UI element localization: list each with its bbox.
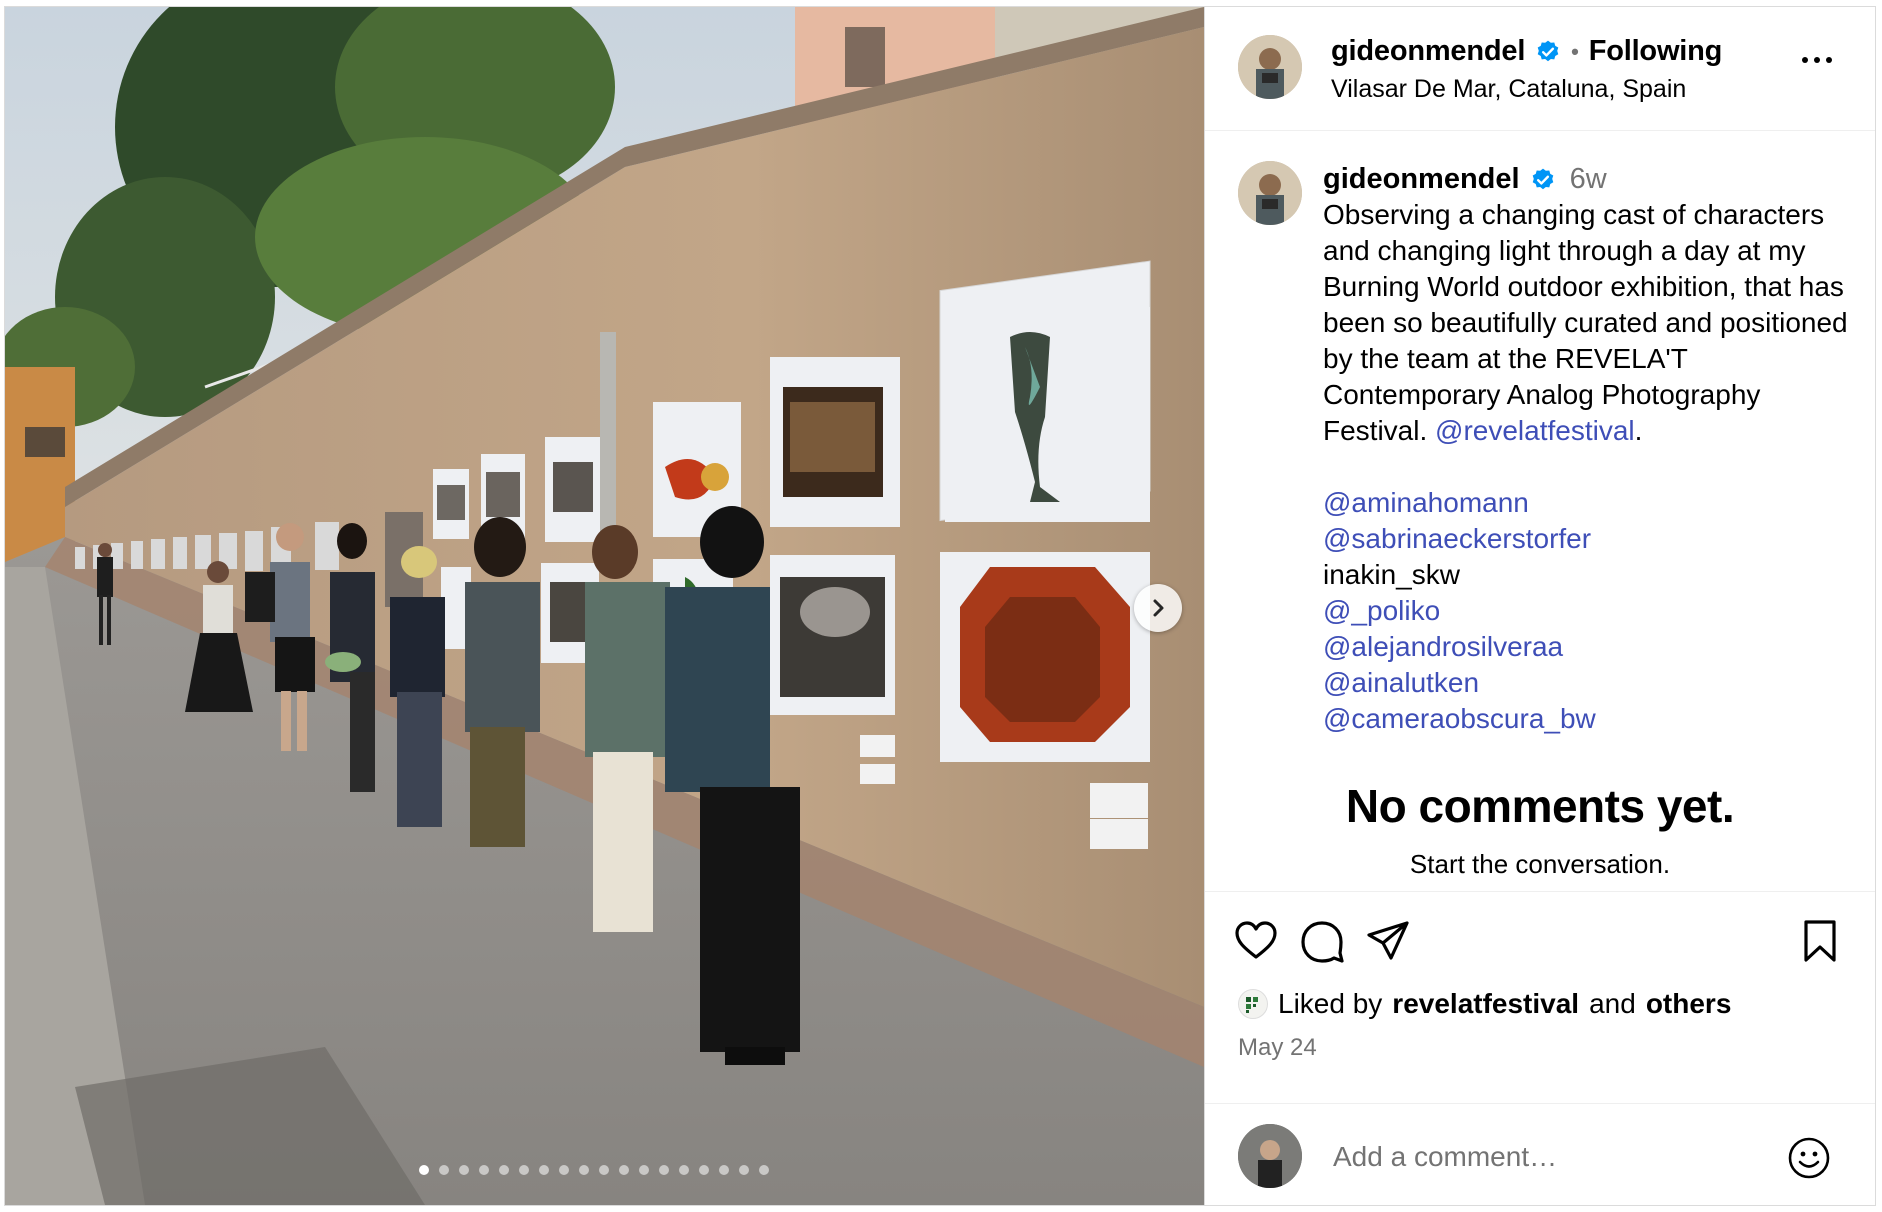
- bookmark-icon[interactable]: [1795, 916, 1845, 966]
- no-comments-title: No comments yet.: [1345, 780, 1735, 832]
- carousel-dot: [579, 1165, 589, 1175]
- post-photo: [5, 7, 1204, 1205]
- likes-summary: Liked by revelatfestival and others: [1238, 988, 1731, 1020]
- mention-item[interactable]: @alejandrosilveraa: [1323, 629, 1861, 665]
- caption-mention-link[interactable]: @revelatfestival: [1435, 415, 1635, 446]
- post-header: gideonmendel • Following Vilasar De Mar,…: [1205, 7, 1875, 131]
- avatar-image: [1238, 35, 1302, 99]
- caption-section: gideonmendel 6w Observing a changing cas…: [1205, 131, 1875, 891]
- chevron-right-icon: [1153, 599, 1164, 617]
- carousel-next-button[interactable]: [1134, 584, 1182, 632]
- mention-item[interactable]: @cameraobscura_bw: [1323, 701, 1861, 737]
- carousel-dot: [459, 1165, 469, 1175]
- mention-list: @aminahomann @sabrinaeckerstorfer inakin_s…: [1323, 485, 1861, 737]
- comment-input[interactable]: [1331, 1136, 1775, 1178]
- carousel-dot: [679, 1165, 689, 1175]
- share-icon[interactable]: [1363, 916, 1413, 966]
- post-details-panel: gideonmendel • Following Vilasar De Mar,…: [1204, 7, 1875, 1205]
- comment-icon[interactable]: [1297, 916, 1347, 966]
- carousel-dot: [639, 1165, 649, 1175]
- avatar-image: [1238, 161, 1302, 225]
- carousel-dot: [419, 1165, 429, 1175]
- carousel-dot: [439, 1165, 449, 1175]
- carousel-dot: [559, 1165, 569, 1175]
- mention-item: inakin_skw: [1323, 559, 1460, 590]
- caption-author-avatar[interactable]: [1238, 161, 1302, 225]
- post-dialog: gideonmendel • Following Vilasar De Mar,…: [4, 6, 1876, 1206]
- mention-item[interactable]: @aminahomann: [1323, 485, 1861, 521]
- caption-body: Observing a changing cast of characters …: [1323, 197, 1861, 737]
- caption-text-end: .: [1634, 415, 1643, 446]
- carousel-dot: [519, 1165, 529, 1175]
- comment-composer: [1205, 1103, 1875, 1205]
- festival-logo-icon: [1246, 997, 1258, 1013]
- likes-others-link[interactable]: others: [1646, 988, 1732, 1020]
- post-timestamp[interactable]: 6w: [1570, 163, 1607, 196]
- liker-avatar[interactable]: [1238, 989, 1268, 1019]
- emoji-icon[interactable]: [1785, 1134, 1833, 1182]
- carousel-dot: [619, 1165, 629, 1175]
- carousel-dot: [759, 1165, 769, 1175]
- heart-icon[interactable]: [1231, 916, 1281, 966]
- viewer-avatar: [1238, 1124, 1302, 1188]
- caption-header: gideonmendel 6w: [1323, 163, 1607, 196]
- carousel-dot: [659, 1165, 669, 1175]
- carousel-dot: [479, 1165, 489, 1175]
- avatar-image: [1238, 1124, 1302, 1188]
- liker-username[interactable]: revelatfestival: [1392, 988, 1579, 1020]
- verified-badge-icon: [1532, 168, 1553, 189]
- carousel-dot: [699, 1165, 709, 1175]
- mention-item[interactable]: @_poliko: [1323, 593, 1861, 629]
- verified-badge-icon: [1537, 40, 1559, 61]
- carousel-indicator: [419, 1165, 769, 1175]
- no-comments-subtitle: Start the conversation.: [1409, 849, 1671, 879]
- mention-item[interactable]: @ainalutken: [1323, 665, 1861, 701]
- more-options-button[interactable]: [1802, 57, 1832, 63]
- post-location[interactable]: Vilasar De Mar, Cataluna, Spain: [1331, 75, 1686, 104]
- carousel-dot: [599, 1165, 609, 1175]
- mention-item[interactable]: @sabrinaeckerstorfer: [1323, 521, 1861, 557]
- post-media[interactable]: [5, 7, 1204, 1205]
- post-actions: Liked by revelatfestival and others May …: [1205, 891, 1875, 1103]
- carousel-dot: [739, 1165, 749, 1175]
- author-avatar[interactable]: [1238, 35, 1302, 99]
- following-button[interactable]: Following: [1589, 35, 1723, 68]
- carousel-dot: [499, 1165, 509, 1175]
- post-date[interactable]: May 24: [1238, 1034, 1317, 1062]
- separator-dot: •: [1571, 38, 1579, 64]
- more-horizontal-icon: [1802, 57, 1808, 63]
- carousel-dot: [539, 1165, 549, 1175]
- author-username[interactable]: gideonmendel: [1331, 35, 1525, 68]
- author-line: gideonmendel • Following: [1331, 35, 1722, 68]
- caption-text: Observing a changing cast of characters …: [1323, 199, 1848, 446]
- caption-username[interactable]: gideonmendel: [1323, 163, 1520, 196]
- carousel-dot: [719, 1165, 729, 1175]
- likes-and: and: [1589, 988, 1636, 1019]
- likes-prefix: Liked by: [1278, 988, 1383, 1019]
